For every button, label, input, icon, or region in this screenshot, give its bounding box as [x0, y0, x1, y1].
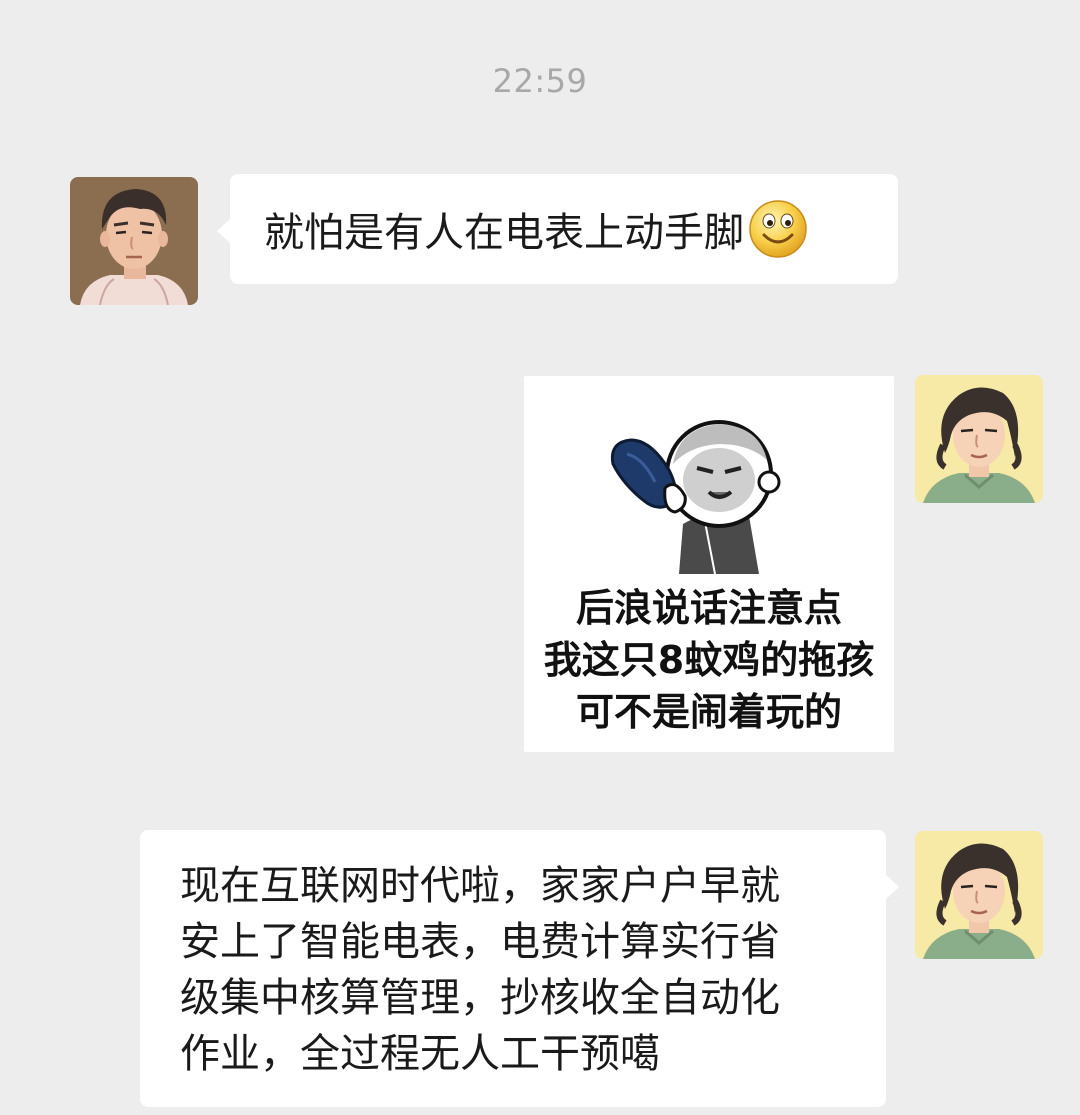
avatar-right-user[interactable]	[915, 375, 1043, 503]
sticker-caption-line: 可不是闹着玩的	[575, 690, 842, 734]
message-text-line: 现在互联网时代啦，家家户户早就	[180, 863, 780, 909]
sticker-message[interactable]: 后浪说话注意点 我这只8蚊鸡的拖孩 可不是闹着玩的	[524, 376, 894, 752]
avatar-right-user[interactable]	[915, 831, 1043, 959]
message-text-line: 安上了智能电表，电费计算实行省	[180, 919, 780, 965]
message-bubble-right[interactable]: 现在互联网时代啦，家家户户早就 安上了智能电表，电费计算实行省 级集中核算管理，…	[140, 830, 899, 1107]
message-text-line: 作业，全过程无人工干预噶	[180, 1031, 660, 1077]
slipper-meme-icon	[610, 420, 781, 574]
sticker-caption-line: 我这只8蚊鸡的拖孩	[543, 638, 875, 682]
sticker-caption: 后浪说话注意点 我这只8蚊鸡的拖孩 可不是闹着玩的	[524, 582, 894, 738]
smiley-emoji-icon	[748, 199, 808, 259]
message-text-line: 级集中核算管理，抄核收全自动化	[180, 975, 780, 1021]
chat-timestamp: 22:59	[492, 62, 588, 100]
message-bubble-left[interactable]: 就怕是有人在电表上动手脚	[217, 174, 898, 284]
avatar-left-user[interactable]	[70, 177, 198, 305]
sticker-caption-line: 后浪说话注意点	[575, 586, 842, 630]
message-text: 就怕是有人在电表上动手脚	[264, 210, 744, 256]
